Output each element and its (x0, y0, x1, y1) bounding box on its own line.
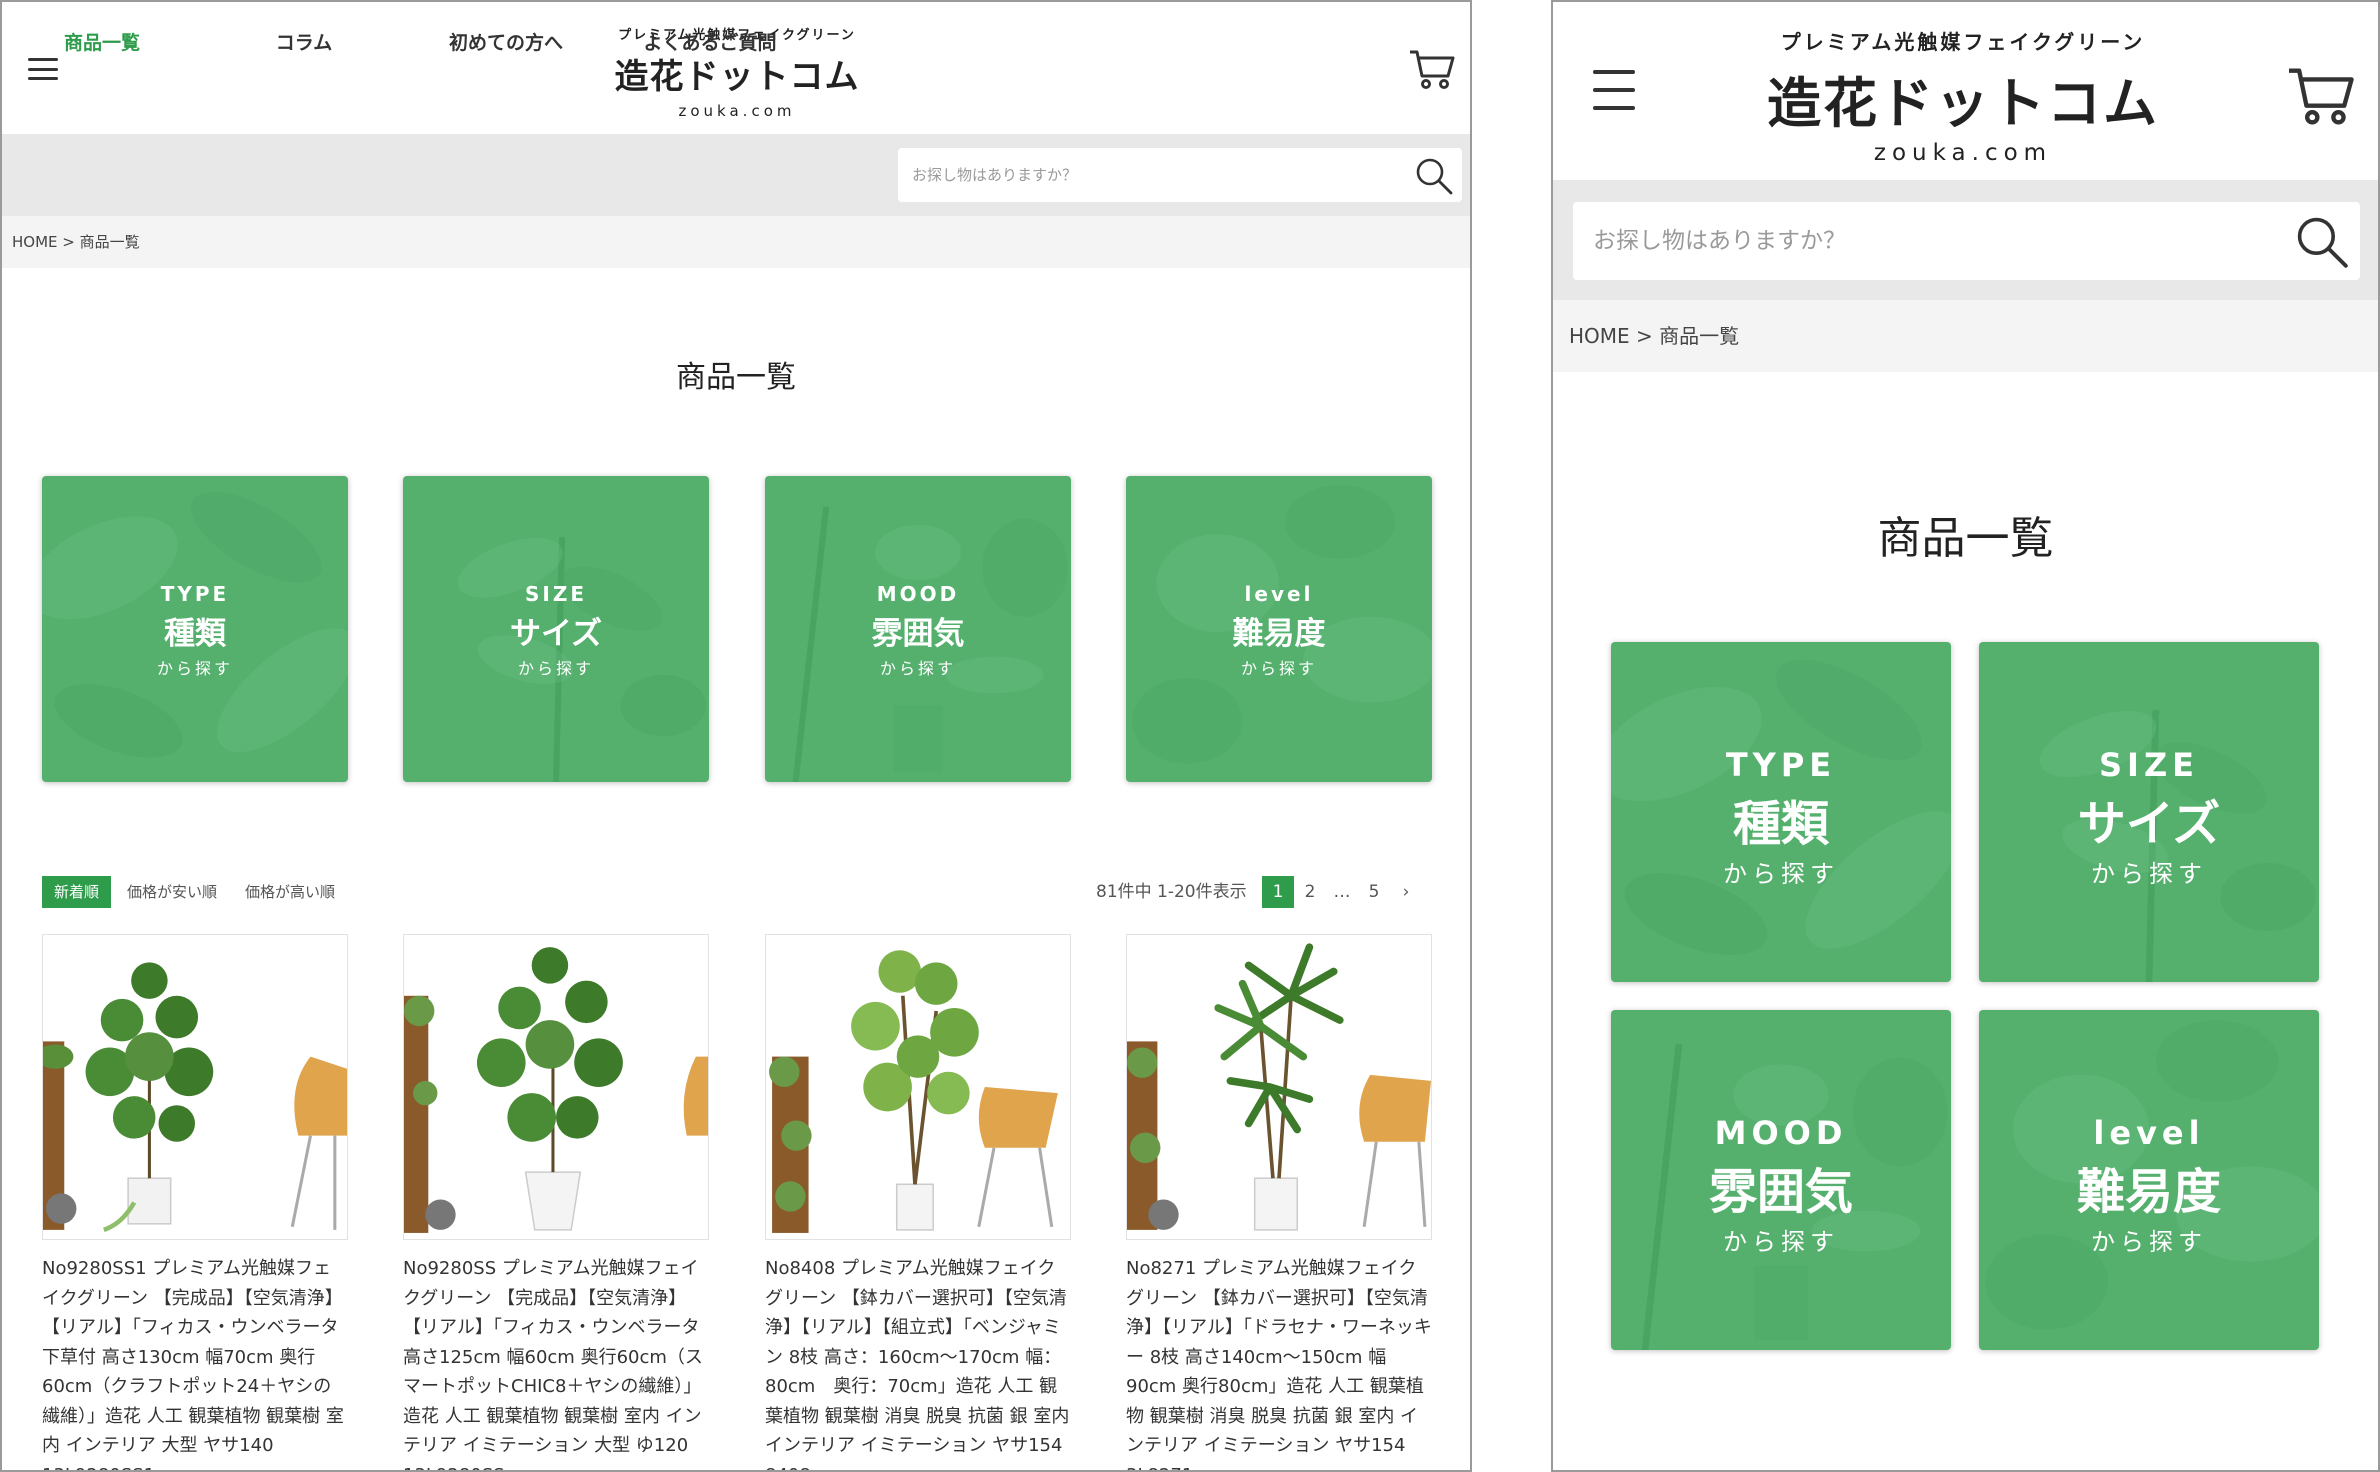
category-en: SIZE (2098, 746, 2199, 784)
sort-price-low[interactable]: 価格が安い順 (115, 876, 229, 908)
page-title: 商品一覧 (676, 360, 796, 395)
category-sub: から探す (2091, 860, 2207, 888)
breadcrumb-bar: HOME > 商品一覧 (2, 216, 1470, 268)
category-tile-type[interactable]: TYPE 種類 から探す (42, 476, 348, 782)
cart-icon[interactable] (2285, 62, 2357, 126)
category-sub: から探す (2091, 1228, 2207, 1256)
page-title: 商品一覧 (1877, 513, 2054, 564)
category-tile-level[interactable]: level 難易度 から探す (1126, 476, 1432, 782)
mobile-view: プレミアム光触媒フェイクグリーン 造花ドットコム zouka.com お探し物は… (1551, 0, 2380, 1472)
plant-photo (769, 950, 1058, 1233)
category-en: SIZE (524, 582, 587, 606)
desktop-view: プレミアム光触媒フェイクグリーン 造花ドットコム zouka.com 商品一覧 … (0, 0, 1472, 1472)
page-5[interactable]: 5 (1358, 876, 1390, 908)
page-2[interactable]: 2 (1294, 876, 1326, 908)
page-ellipsis: … (1333, 882, 1351, 902)
category-sub: から探す (1240, 659, 1317, 678)
sort-newest[interactable]: 新着順 (42, 876, 112, 908)
logo-url: zouka.com (1873, 140, 2053, 166)
breadcrumb[interactable]: HOME > 商品一覧 (12, 216, 140, 268)
category-tile-mood[interactable]: MOOD 雰囲気 から探す (765, 476, 1071, 782)
nav-item-column[interactable]: コラム (224, 2, 384, 84)
category-jp: 種類 (1732, 796, 1829, 852)
cart-icon[interactable] (1408, 46, 1456, 90)
pagination: 1 2 … 5 › (1262, 876, 1422, 908)
category-tile-size[interactable]: SIZE サイズ から探す (403, 476, 709, 782)
logo-name: 造花ドットコム (1767, 72, 2159, 135)
category-sub: から探す (879, 659, 956, 678)
search-input[interactable]: お探し物はありますか？ (898, 148, 1462, 202)
category-en: TYPE (160, 582, 230, 606)
plant-photo (43, 962, 347, 1233)
search-placeholder: お探し物はありますか？ (912, 166, 1078, 184)
search-icon[interactable] (2294, 214, 2350, 270)
search-input[interactable]: お探し物はありますか？ (1573, 202, 2360, 280)
category-en: level (1244, 582, 1314, 606)
category-sub: から探す (156, 659, 233, 678)
result-count: 81件中 1-20件表示 (1096, 882, 1247, 902)
category-en: MOOD (1714, 1114, 1848, 1152)
logo-tagline: プレミアム光触媒フェイクグリーン (1780, 30, 2146, 54)
category-jp: 種類 (164, 616, 226, 652)
category-tile-size[interactable]: SIZE サイズ から探す (1979, 642, 2319, 982)
category-sub: から探す (1723, 1228, 1839, 1256)
search-placeholder: お探し物はありますか？ (1593, 228, 1846, 254)
logo-url: zouka.com (678, 102, 796, 120)
product-name[interactable]: No8271 プレミアム光触媒フェイクグリーン 【鉢カバー選択可】【空気清浄】【… (1126, 1254, 1432, 1470)
plant-photo (404, 947, 708, 1233)
product-name[interactable]: No9280SS1 プレミアム光触媒フェイクグリーン 【完成品】【空気清浄】【リ… (42, 1254, 348, 1470)
breadcrumb-bar: HOME > 商品一覧 (1553, 300, 2378, 372)
breadcrumb[interactable]: HOME > 商品一覧 (1569, 300, 1739, 372)
category-tile-mood[interactable]: MOOD 雰囲気 から探す (1611, 1010, 1951, 1350)
category-jp: 雰囲気 (871, 616, 965, 652)
category-jp: 雰囲気 (1708, 1164, 1853, 1220)
plant-photo (1127, 943, 1431, 1231)
product-image[interactable] (765, 934, 1071, 1240)
nav-item-products[interactable]: 商品一覧 (22, 2, 182, 84)
site-logo[interactable]: プレミアム光触媒フェイクグリーン 造花ドットコム zouka.com (1753, 26, 2173, 166)
hamburger-icon[interactable] (1593, 70, 1635, 110)
product-image[interactable] (403, 934, 709, 1240)
category-en: TYPE (1725, 746, 1837, 784)
sort-price-high[interactable]: 価格が高い順 (233, 876, 347, 908)
page-1[interactable]: 1 (1262, 876, 1294, 908)
product-name[interactable]: No9280SS プレミアム光触媒フェイクグリーン 【完成品】【空気清浄】【リア… (403, 1254, 709, 1470)
nav-item-faq[interactable]: よくあるご質問 (628, 2, 792, 84)
product-name[interactable]: No8408 プレミアム光触媒フェイクグリーン 【鉢カバー選択可】【空気清浄】【… (765, 1254, 1071, 1470)
category-en: MOOD (876, 582, 960, 606)
sort-bar: 新着順 価格が安い順 価格が高い順 (42, 876, 351, 908)
product-image[interactable] (42, 934, 348, 1240)
category-en: level (2093, 1114, 2205, 1152)
category-tile-level[interactable]: level 難易度 から探す (1979, 1010, 2319, 1350)
nav-item-first-time[interactable]: 初めての方へ (426, 2, 586, 84)
category-sub: から探す (517, 659, 594, 678)
product-card[interactable]: No9280SS1 プレミアム光触媒フェイクグリーン 【完成品】【空気清浄】【リ… (42, 934, 348, 1470)
category-jp: サイズ (509, 616, 603, 652)
product-card[interactable]: No8408 プレミアム光触媒フェイクグリーン 【鉢カバー選択可】【空気清浄】【… (765, 934, 1071, 1470)
category-jp: サイズ (2077, 796, 2221, 852)
search-icon[interactable] (1414, 156, 1454, 196)
category-sub: から探す (1723, 860, 1839, 888)
category-jp: 難易度 (1232, 616, 1326, 652)
page-next[interactable]: › (1390, 876, 1422, 908)
product-card[interactable]: No9280SS プレミアム光触媒フェイクグリーン 【完成品】【空気清浄】【リア… (403, 934, 709, 1470)
category-tile-type[interactable]: TYPE 種類 から探す (1611, 642, 1951, 982)
product-image[interactable] (1126, 934, 1432, 1240)
product-card[interactable]: No8271 プレミアム光触媒フェイクグリーン 【鉢カバー選択可】【空気清浄】【… (1126, 934, 1432, 1470)
category-jp: 難易度 (2076, 1164, 2221, 1220)
